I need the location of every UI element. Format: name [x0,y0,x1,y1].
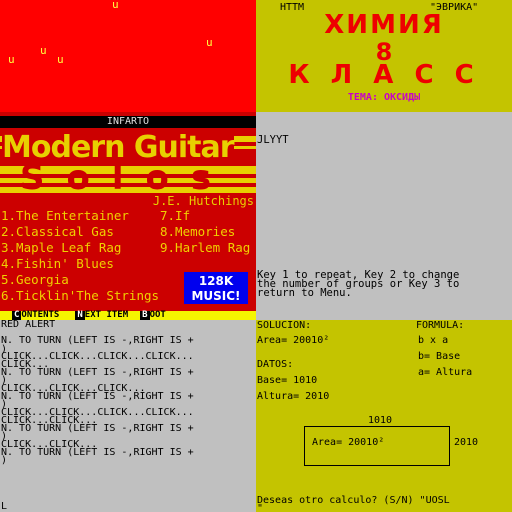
bottom-menu-bar: C ONTENTS N EXT ITEM B OOT [0,311,256,320]
boot-key[interactable]: B [140,311,150,320]
base-value: Base= 1010 [257,375,318,386]
logo-solos: Solos [0,160,256,196]
track-item-7[interactable]: 7.If [160,208,190,224]
legend-altura: a= Altura [418,367,473,378]
khimiya-title-screen: НТТМ "ЭВРИКА" ХИМИЯ 8 К Л А С С ТЕМА: ОК… [256,0,512,112]
track-item-1[interactable]: 1.The Entertainer [1,208,129,224]
formula-label: FORMULA: [416,320,465,331]
continue-prompt[interactable]: Deseas otro calculo? (S/N) "UOSL [257,496,450,506]
datos-label: DATOS: [257,359,294,370]
track-item-5[interactable]: 5.Georgia [1,272,69,288]
area-result: Area= 20010² [257,335,330,346]
legend-base: b= Base [418,351,461,362]
yellow-glyph: u [206,36,213,49]
next-item-label[interactable]: EXT ITEM [85,310,128,320]
track-item-6[interactable]: 6.Ticklin'The Strings [1,288,159,304]
diagram-area-label: Area= 20010² [312,437,385,448]
logo-line2: Solos [20,158,234,198]
music-badge: 128K MUSIC! [184,272,248,304]
publisher-label: INFARTO [106,116,150,127]
output-line: N. TO TURN (LEFT IS -,RIGHT IS + [1,447,194,458]
message-header: JLYYT [257,134,289,146]
red-alert-screen: RED ALERT N. TO TURN (LEFT IS -,RIGHT IS… [0,320,256,512]
track-item-8[interactable]: 8.Memories [160,224,235,240]
input-cursor[interactable]: L [1,502,7,512]
solucion-label: SOLUCION: [257,320,312,331]
output-line: N. TO TURN (LEFT IS -,RIGHT IS + [1,335,194,346]
message-screen: JLYYT Key 1 to repeat, Key 2 to change t… [256,112,512,320]
track-item-3[interactable]: 3.Maple Leaf Rag [1,240,121,256]
yellow-glyph: u [8,53,15,66]
guitar-solos-menu: INFARTO Modern Guitar Solos J.E. Hutchin… [0,112,256,320]
contents-key[interactable]: C [12,311,22,320]
prompt-tail: " [257,503,264,512]
next-key[interactable]: N [75,311,85,320]
author-label: J.E. Hutchings [152,194,254,208]
solucion-screen: SOLUCION: Area= 20010² DATOS: Base= 1010… [256,320,512,512]
output-line: ) [1,455,8,466]
screen-title: RED ALERT [1,320,56,330]
badge-line2: MUSIC! [191,289,241,303]
output-line: N. TO TURN (LEFT IS -,RIGHT IS + [1,391,194,402]
output-line: N. TO TURN (LEFT IS -,RIGHT IS + [1,367,194,378]
title-line1: ХИМИЯ [324,10,444,40]
altura-value: Altura= 2010 [257,391,330,402]
track-item-2[interactable]: 2.Classical Gas [1,224,114,240]
diagram-top-label: 1010 [368,415,393,426]
diagram-right-label: 2010 [454,437,479,448]
yellow-glyph: u [40,44,47,57]
boot-label[interactable]: OOT [150,310,166,320]
title-line3: К Л А С С [288,60,480,90]
formula-text: b x a [418,335,449,346]
track-item-9[interactable]: 9.Harlem Rag [160,240,250,256]
yellow-glyph: u [112,0,119,11]
theme-label: ТЕМА: ОКСИДЫ [347,92,421,103]
message-line3: return to Menu. [257,287,352,299]
badge-line1: 128K [198,274,234,288]
output-line: N. TO TURN (LEFT IS -,RIGHT IS + [1,423,194,434]
red-screen-panel: u u u u u [0,0,256,112]
contents-label[interactable]: ONTENTS [21,310,59,320]
track-item-4[interactable]: 4.Fishin' Blues [1,256,114,272]
yellow-glyph: u [57,53,64,66]
